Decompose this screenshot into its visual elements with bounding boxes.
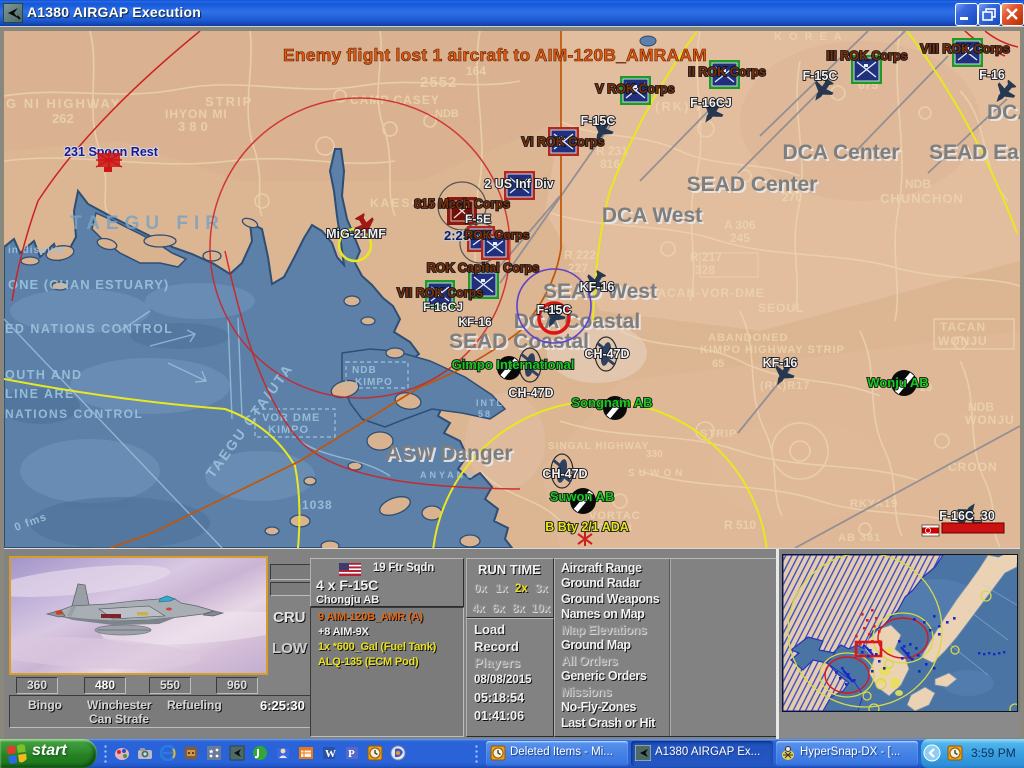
- svg-text:DCA: DCA: [987, 101, 1020, 124]
- svg-text:2552: 2552: [420, 74, 457, 91]
- svg-text:262: 262: [52, 111, 74, 126]
- svg-text:CAMP CASEY: CAMP CASEY: [350, 93, 440, 107]
- svg-text:ASW Danger: ASW Danger: [385, 442, 512, 465]
- svg-text:AB 381: AB 381: [838, 532, 881, 544]
- svg-text:TACAN: TACAN: [940, 320, 986, 334]
- svg-text:ROK Capital Corps: ROK Capital Corps: [427, 261, 540, 275]
- svg-text:KF-16: KF-16: [580, 280, 615, 294]
- svg-text:R 217: R 217: [690, 250, 722, 264]
- svg-text:F-16CJ: F-16CJ: [423, 300, 463, 314]
- svg-text:F-16C_30: F-16C_30: [939, 509, 995, 523]
- svg-text:NDB: NDB: [352, 365, 377, 376]
- svg-text:NDB: NDB: [905, 177, 931, 191]
- svg-text:V ROK Corps: V ROK Corps: [595, 82, 674, 96]
- svg-text:NDB: NDB: [968, 400, 994, 414]
- svg-text:VI ROK Corps: VI ROK Corps: [522, 135, 605, 149]
- svg-text:TAEGU FIR: TAEGU FIR: [70, 213, 225, 234]
- svg-text:KF-16: KF-16: [763, 356, 798, 370]
- svg-text:245: 245: [730, 231, 750, 245]
- svg-text:815 Mech Corps: 815 Mech Corps: [414, 197, 510, 211]
- svg-text:VOR DME: VOR DME: [262, 412, 320, 424]
- svg-text:380: 380: [178, 119, 212, 134]
- svg-text:2 US Inf Div: 2 US Inf Div: [484, 177, 554, 191]
- svg-text:SUWON: SUWON: [628, 468, 686, 479]
- svg-text:WONJU: WONJU: [965, 413, 1015, 427]
- svg-text:TACAN-VOR-DME: TACAN-VOR-DME: [650, 286, 765, 300]
- svg-text:NATIONS CONTROL: NATIONS CONTROL: [5, 407, 143, 421]
- svg-text:SINGAL HIGHWAY: SINGAL HIGHWAY: [548, 441, 649, 452]
- svg-text:P: P: [348, 748, 355, 760]
- svg-text:SEAD Eas: SEAD Eas: [929, 141, 1020, 164]
- svg-text:KIMPO: KIMPO: [355, 377, 393, 388]
- svg-text:CH-47D: CH-47D: [508, 386, 553, 400]
- svg-text:K O R E A: K O R E A: [774, 31, 844, 43]
- svg-text:328: 328: [695, 263, 715, 277]
- svg-text:Gimpo International: Gimpo International: [452, 357, 575, 372]
- svg-text:SEAD Center: SEAD Center: [687, 173, 818, 196]
- svg-text:Suwon AB: Suwon AB: [550, 489, 615, 504]
- svg-text:164: 164: [466, 64, 486, 78]
- svg-text:58: 58: [478, 409, 492, 419]
- svg-text:A 306: A 306: [724, 218, 756, 232]
- svg-text:R 510: R 510: [724, 518, 756, 532]
- svg-text:F-16CJ: F-16CJ: [690, 96, 732, 110]
- svg-text:CH-47D: CH-47D: [542, 467, 587, 481]
- svg-text:CROON: CROON: [948, 460, 998, 474]
- svg-text:III ROK Corps: III ROK Corps: [826, 49, 907, 63]
- svg-text:DCA Center: DCA Center: [782, 141, 899, 164]
- svg-text:INTL: INTL: [476, 398, 504, 408]
- svg-text:816: 816: [600, 157, 620, 171]
- svg-text:Songnam AB: Songnam AB: [571, 395, 652, 410]
- svg-text:VII ROK Corps: VII ROK Corps: [397, 286, 483, 300]
- svg-text:II ROK Corps: II ROK Corps: [688, 65, 766, 79]
- svg-text:VIII ROK Corps: VIII ROK Corps: [920, 42, 1010, 56]
- svg-text:CH-47D: CH-47D: [584, 347, 629, 361]
- svg-text:NDB: NDB: [435, 108, 459, 120]
- svg-text:Enemy flight lost 1 aircraft t: Enemy flight lost 1 aircraft to AIM-120B…: [283, 45, 707, 65]
- svg-text:Wonju AB: Wonju AB: [867, 375, 928, 390]
- svg-text:SEAD Coastal: SEAD Coastal: [449, 330, 589, 353]
- svg-text:ANYANG: ANYANG: [420, 470, 476, 480]
- svg-text:F-15C: F-15C: [581, 114, 616, 128]
- svg-text:RKYA19: RKYA19: [850, 498, 898, 510]
- svg-text:F-16: F-16: [979, 68, 1005, 82]
- svg-text:F-15C: F-15C: [803, 69, 838, 83]
- svg-text:OUTH AND: OUTH AND: [5, 368, 83, 382]
- svg-text:ED NATIONS CONTROL: ED NATIONS CONTROL: [5, 322, 173, 336]
- svg-text:KF-16: KF-16: [458, 315, 492, 329]
- svg-text:KIMPO HIGHWAY STRIP: KIMPO HIGHWAY STRIP: [700, 344, 845, 356]
- svg-text:in dispute: in dispute: [8, 245, 65, 256]
- svg-text:65: 65: [712, 358, 724, 370]
- svg-text:R 222: R 222: [564, 248, 596, 262]
- svg-text:1038: 1038: [302, 498, 333, 512]
- svg-text:ROK Corps: ROK Corps: [465, 228, 530, 242]
- svg-text:SEOUL: SEOUL: [758, 301, 804, 315]
- svg-text:W: W: [325, 748, 336, 760]
- svg-text:B Bty 2/1 ADA: B Bty 2/1 ADA: [545, 520, 629, 534]
- svg-text:330: 330: [646, 449, 663, 460]
- svg-text:MiG-21MF: MiG-21MF: [326, 227, 386, 241]
- svg-text:ONE (CHAN ESTUARY): ONE (CHAN ESTUARY): [8, 277, 169, 292]
- svg-text:ABANDONED: ABANDONED: [708, 332, 789, 344]
- svg-text:G NI HIGHWAY: G NI HIGHWAY: [6, 96, 121, 111]
- svg-text:F-15C: F-15C: [537, 303, 572, 317]
- svg-text:WONJU: WONJU: [938, 334, 988, 348]
- svg-text:CHUNCHON: CHUNCHON: [880, 191, 964, 206]
- svg-text:(RK)R17: (RK)R17: [760, 380, 810, 392]
- svg-text:DCA West: DCA West: [602, 204, 702, 227]
